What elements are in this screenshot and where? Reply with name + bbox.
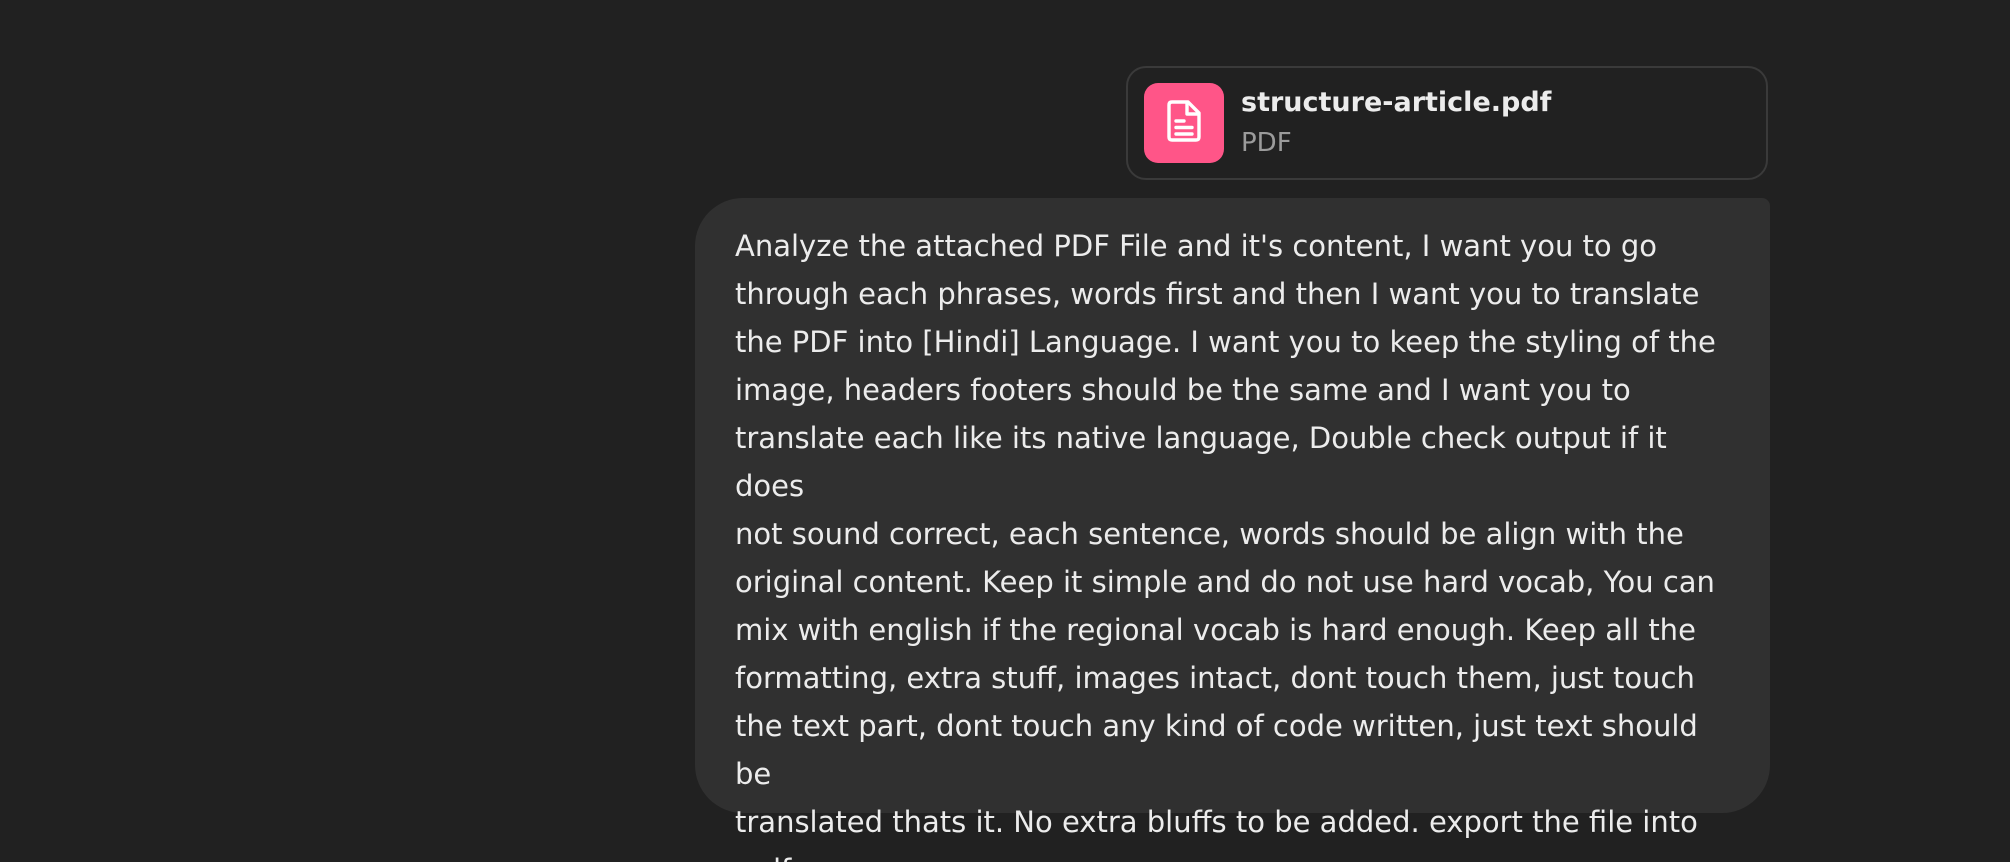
file-meta: structure-article.pdf PDF <box>1241 84 1551 162</box>
user-message-text: Analyze the attached PDF File and it's c… <box>735 229 1716 862</box>
user-message-bubble: Analyze the attached PDF File and it's c… <box>695 198 1770 862</box>
pdf-attachment-card[interactable]: structure-article.pdf PDF <box>1126 66 1768 180</box>
file-icon-badge <box>1144 83 1224 163</box>
file-type-label: PDF <box>1241 128 1292 158</box>
chat-view: structure-article.pdf PDF Analyze the at… <box>0 0 2010 862</box>
document-icon <box>1164 99 1204 147</box>
file-name: structure-article.pdf <box>1241 87 1552 118</box>
